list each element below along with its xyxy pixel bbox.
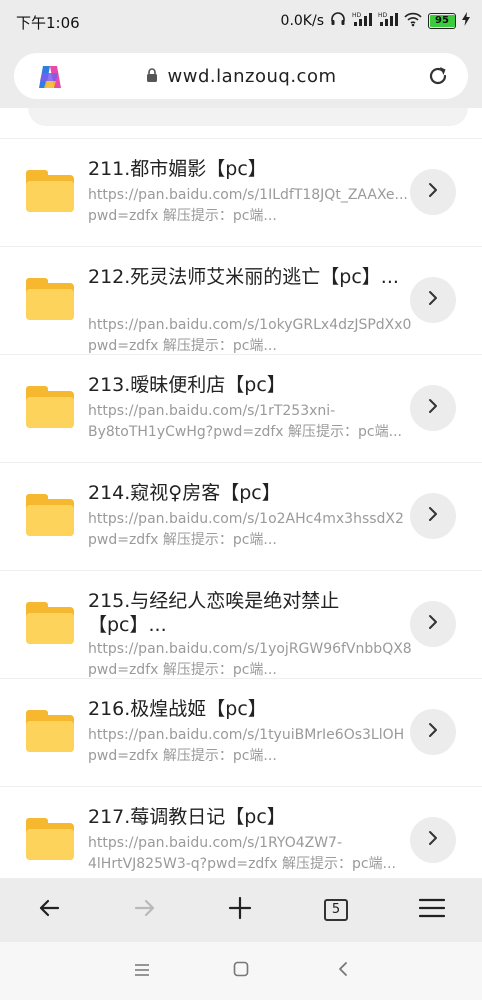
item-title[interactable]: 216.极煌战姬【pc】	[88, 697, 410, 721]
item-hint: pwd=zdfx 解压提示：pc端...	[88, 338, 277, 354]
item-title[interactable]: 214.窥视♀房客【pc】	[88, 481, 410, 505]
item-description: https://pan.baidu.com/s/1rT253xni- By8toT…	[88, 401, 426, 443]
list-item[interactable]: 215.与经纪人恋唉是绝对禁止【pc】... https://pan.baidu.…	[0, 571, 482, 679]
address-bar[interactable]: wwd.lanzouq.com	[14, 53, 468, 99]
tab-count: 5	[324, 899, 348, 921]
url-area[interactable]: wwd.lanzouq.com	[74, 53, 408, 99]
chevron-right-icon	[427, 506, 439, 526]
back-button[interactable]	[29, 890, 69, 930]
reload-icon[interactable]	[426, 64, 450, 92]
recent-apps-button[interactable]	[127, 956, 157, 986]
chevron-right-icon	[427, 290, 439, 310]
item-hint: pwd=zdfx 解压提示：pc端...	[88, 532, 277, 548]
item-title[interactable]: 215.与经纪人恋唉是绝对禁止【pc】...	[88, 589, 410, 637]
wifi-icon	[404, 11, 422, 31]
item-hint: pwd=zdfx 解压提示：pc端...	[88, 662, 277, 678]
open-button[interactable]	[410, 493, 456, 539]
plus-icon	[228, 896, 252, 924]
folder-icon	[26, 386, 74, 428]
chevron-right-icon	[427, 614, 439, 634]
item-title[interactable]: 212.死灵法师艾米丽的逃亡【pc】...	[88, 265, 410, 313]
folder-icon	[26, 818, 74, 860]
item-hint: pwd=zdfx 解压提示：pc端...	[88, 748, 277, 764]
status-bar: 下午1:06 0.0K/s HD HD 95	[0, 0, 482, 44]
menu-button[interactable]	[412, 890, 452, 930]
item-title[interactable]: 217.莓调教日记【pc】	[88, 805, 410, 829]
chevron-right-icon	[427, 722, 439, 742]
item-description: https://pan.baidu.com/s/1RYO4ZW7- 4lHrtVJ…	[88, 833, 426, 875]
folder-icon	[26, 494, 74, 536]
svg-text:HD: HD	[352, 12, 362, 19]
open-button[interactable]	[410, 601, 456, 647]
item-description: https://pan.baidu.com/s/1okyGRLx4dzJSPdX…	[88, 315, 426, 357]
page-content: 211.都市媚影【pc】 https://pan.baidu.com/s/1ILd…	[0, 108, 482, 878]
open-button[interactable]	[410, 277, 456, 323]
list-item[interactable]: 211.都市媚影【pc】 https://pan.baidu.com/s/1ILd…	[0, 139, 482, 247]
item-link: https://pan.baidu.com/s/1ILdfT18JQt_ZAAX…	[88, 187, 408, 203]
network-speed: 0.0K/s	[280, 13, 324, 29]
svg-text:HD: HD	[378, 12, 388, 19]
item-link: https://pan.baidu.com/s/1okyGRLx4dzJSPdX…	[88, 317, 412, 333]
open-button[interactable]	[410, 817, 456, 863]
home-button[interactable]	[226, 956, 256, 986]
battery-icon: 95	[428, 13, 456, 29]
square-icon	[233, 961, 249, 981]
chevron-right-icon	[427, 830, 439, 850]
list-item[interactable]: 212.死灵法师艾米丽的逃亡【pc】... https://pan.baidu.c…	[0, 247, 482, 355]
charging-icon	[462, 12, 470, 30]
arrow-left-icon	[37, 896, 61, 924]
new-tab-button[interactable]	[220, 890, 260, 930]
lock-icon	[146, 67, 158, 86]
folder-icon	[26, 170, 74, 212]
folder-icon	[26, 602, 74, 644]
item-description: https://pan.baidu.com/s/1tyuiBMrIe6Os3Ll…	[88, 725, 426, 767]
item-link: https://pan.baidu.com/s/1o2AHc4mx3hssdX2	[88, 511, 404, 527]
battery-level: 95	[435, 15, 449, 26]
browser-header: wwd.lanzouq.com	[0, 44, 482, 108]
open-button[interactable]	[410, 385, 456, 431]
system-nav-bar	[0, 942, 482, 1000]
chevron-right-icon	[427, 182, 439, 202]
list-item[interactable]: 214.窥视♀房客【pc】 https://pan.baidu.com/s/1o2…	[0, 463, 482, 571]
item-title[interactable]: 213.暧昧便利店【pc】	[88, 373, 410, 397]
chevron-left-icon	[337, 961, 349, 981]
headphones-icon	[330, 11, 346, 31]
menu-lines-icon	[134, 962, 150, 981]
item-link: https://pan.baidu.com/s/1yojRGW96fVnbbQX…	[88, 641, 412, 657]
status-time: 下午1:06	[16, 14, 80, 32]
item-link: https://pan.baidu.com/s/1rT253xni-	[88, 403, 336, 419]
search-strip[interactable]	[28, 108, 468, 126]
folder-icon	[26, 710, 74, 752]
item-link: https://pan.baidu.com/s/1tyuiBMrIe6Os3Ll…	[88, 727, 405, 743]
url-text[interactable]: wwd.lanzouq.com	[168, 66, 337, 87]
list-item[interactable]: 213.暧昧便利店【pc】 https://pan.baidu.com/s/1rT…	[0, 355, 482, 463]
folder-icon	[26, 278, 74, 320]
list-item[interactable]: 216.极煌战姬【pc】 https://pan.baidu.com/s/1tyu…	[0, 679, 482, 787]
system-back-button[interactable]	[328, 956, 358, 986]
open-button[interactable]	[410, 169, 456, 215]
copilot-icon[interactable]	[36, 64, 64, 94]
open-button[interactable]	[410, 709, 456, 755]
list-item[interactable]: 217.莓调教日记【pc】 https://pan.baidu.com/s/1RY…	[0, 787, 482, 878]
arrow-right-icon	[133, 896, 157, 924]
signal-icon-2: HD	[378, 11, 398, 31]
hamburger-menu-icon	[418, 897, 446, 923]
item-link: https://pan.baidu.com/s/1RYO4ZW7-	[88, 835, 343, 851]
signal-icon: HD	[352, 11, 372, 31]
item-description: https://pan.baidu.com/s/1ILdfT18JQt_ZAAX…	[88, 185, 426, 227]
item-hint: pwd=zdfx 解压提示：pc端...	[88, 208, 277, 224]
item-description: https://pan.baidu.com/s/1yojRGW96fVnbbQX…	[88, 639, 426, 681]
chevron-right-icon	[427, 398, 439, 418]
item-title[interactable]: 211.都市媚影【pc】	[88, 157, 410, 181]
tabs-button[interactable]: 5	[316, 890, 356, 930]
item-hint: By8toTH1yCwHg?pwd=zdfx 解压提示：pc端...	[88, 424, 402, 440]
browser-toolbar: 5	[0, 878, 482, 942]
status-icons: 0.0K/s HD HD 95	[281, 11, 470, 31]
item-description: https://pan.baidu.com/s/1o2AHc4mx3hssdX2…	[88, 509, 426, 551]
item-hint: 4lHrtVJ825W3-q?pwd=zdfx 解压提示：pc端...	[88, 856, 396, 872]
forward-button[interactable]	[125, 890, 165, 930]
